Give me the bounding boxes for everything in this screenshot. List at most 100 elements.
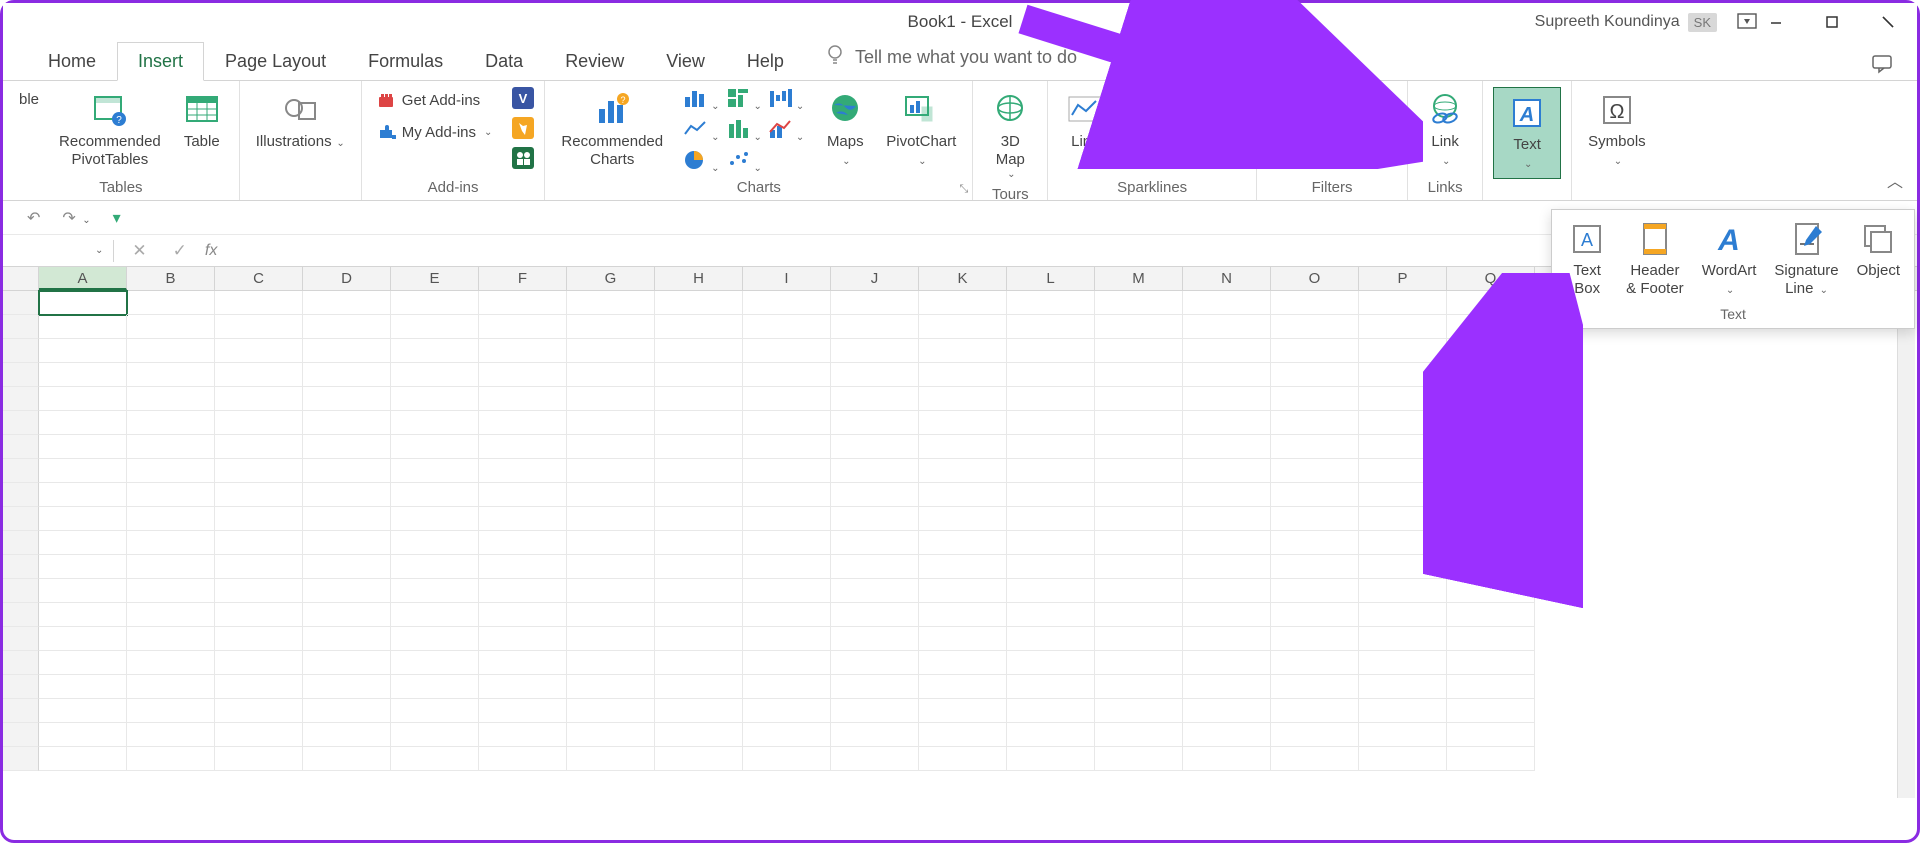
cell[interactable] [1447, 411, 1535, 435]
qat-customize-icon[interactable]: ▾ [107, 206, 127, 230]
cell[interactable] [391, 555, 479, 579]
row-header[interactable] [3, 723, 39, 747]
cell[interactable] [303, 459, 391, 483]
cell[interactable] [919, 699, 1007, 723]
cell[interactable] [1095, 579, 1183, 603]
cell[interactable] [1183, 627, 1271, 651]
cell[interactable] [1183, 531, 1271, 555]
cell[interactable] [655, 411, 743, 435]
cell[interactable] [215, 723, 303, 747]
cell[interactable] [1007, 579, 1095, 603]
cell[interactable] [567, 363, 655, 387]
cell[interactable] [831, 291, 919, 315]
pivottable-button[interactable]: ble [13, 87, 45, 113]
cell[interactable] [1007, 723, 1095, 747]
cell[interactable] [1183, 651, 1271, 675]
cell[interactable] [1447, 507, 1535, 531]
tab-view[interactable]: View [645, 42, 726, 80]
cell[interactable] [303, 411, 391, 435]
cell[interactable] [215, 675, 303, 699]
cell[interactable] [1007, 435, 1095, 459]
cell[interactable] [567, 435, 655, 459]
close-button[interactable] [1867, 7, 1909, 37]
cell[interactable] [39, 483, 127, 507]
cell[interactable] [1183, 315, 1271, 339]
cell[interactable] [567, 339, 655, 363]
column-chart-icon[interactable]: ⌄ [683, 87, 719, 114]
cell[interactable] [1447, 531, 1535, 555]
cell[interactable] [743, 315, 831, 339]
cell[interactable] [743, 603, 831, 627]
cell[interactable] [39, 603, 127, 627]
tab-review[interactable]: Review [544, 42, 645, 80]
cell[interactable] [215, 747, 303, 771]
vertical-scrollbar[interactable]: ▲ [1897, 293, 1915, 798]
cell[interactable] [655, 579, 743, 603]
text-dropdown-button[interactable]: A Text⌄ [1493, 87, 1561, 179]
row-header[interactable] [3, 315, 39, 339]
cell[interactable] [831, 387, 919, 411]
cell[interactable] [39, 555, 127, 579]
row-header[interactable] [3, 483, 39, 507]
cell[interactable] [39, 459, 127, 483]
cell[interactable] [1095, 747, 1183, 771]
user-account[interactable]: Supreeth Koundinya SK [1535, 13, 1717, 32]
cell[interactable] [215, 507, 303, 531]
cell[interactable] [831, 531, 919, 555]
cell[interactable] [479, 579, 567, 603]
cell[interactable] [1359, 363, 1447, 387]
cell[interactable] [1271, 291, 1359, 315]
cell[interactable] [127, 747, 215, 771]
cell[interactable] [831, 675, 919, 699]
cell[interactable] [1359, 651, 1447, 675]
cell[interactable] [127, 291, 215, 315]
cell[interactable] [1447, 579, 1535, 603]
cell[interactable] [1271, 531, 1359, 555]
row-header[interactable] [3, 363, 39, 387]
cell[interactable] [479, 603, 567, 627]
row-header[interactable] [3, 627, 39, 651]
wordart-button[interactable]: A WordArt⌄ [1696, 216, 1763, 302]
tab-formulas[interactable]: Formulas [347, 42, 464, 80]
cell[interactable] [391, 627, 479, 651]
cell[interactable] [215, 579, 303, 603]
cell[interactable] [831, 723, 919, 747]
cell[interactable] [39, 387, 127, 411]
cell[interactable] [655, 291, 743, 315]
cell[interactable] [1271, 507, 1359, 531]
cell[interactable] [479, 363, 567, 387]
column-header[interactable]: P [1359, 267, 1447, 290]
cell[interactable] [831, 483, 919, 507]
cell[interactable] [1007, 339, 1095, 363]
cell[interactable] [39, 699, 127, 723]
line-chart-icon[interactable]: ⌄ [683, 118, 719, 145]
row-header[interactable] [3, 651, 39, 675]
collapse-ribbon-icon[interactable]: ︿ [1887, 168, 1903, 192]
get-addins-button[interactable]: Get Add-ins [372, 87, 497, 113]
cell[interactable] [39, 627, 127, 651]
cell[interactable] [1447, 651, 1535, 675]
cell[interactable] [919, 363, 1007, 387]
cell[interactable] [303, 651, 391, 675]
cell[interactable] [303, 579, 391, 603]
cell[interactable] [1183, 603, 1271, 627]
cell[interactable] [215, 435, 303, 459]
cell[interactable] [1271, 339, 1359, 363]
cell[interactable] [1007, 747, 1095, 771]
cell[interactable] [1095, 339, 1183, 363]
cell[interactable] [567, 651, 655, 675]
row-header[interactable] [3, 531, 39, 555]
cell[interactable] [1271, 435, 1359, 459]
cell[interactable] [1007, 291, 1095, 315]
cell[interactable] [831, 339, 919, 363]
cell[interactable] [1007, 363, 1095, 387]
cell[interactable] [831, 627, 919, 651]
cell[interactable] [1183, 747, 1271, 771]
cell[interactable] [1271, 459, 1359, 483]
cell[interactable] [391, 459, 479, 483]
cell[interactable] [831, 699, 919, 723]
cell[interactable] [1359, 675, 1447, 699]
cell[interactable] [215, 291, 303, 315]
cell[interactable] [391, 603, 479, 627]
worksheet-grid[interactable]: A B C D E F G H I J K L M N O P Q ▲ [3, 267, 1917, 800]
